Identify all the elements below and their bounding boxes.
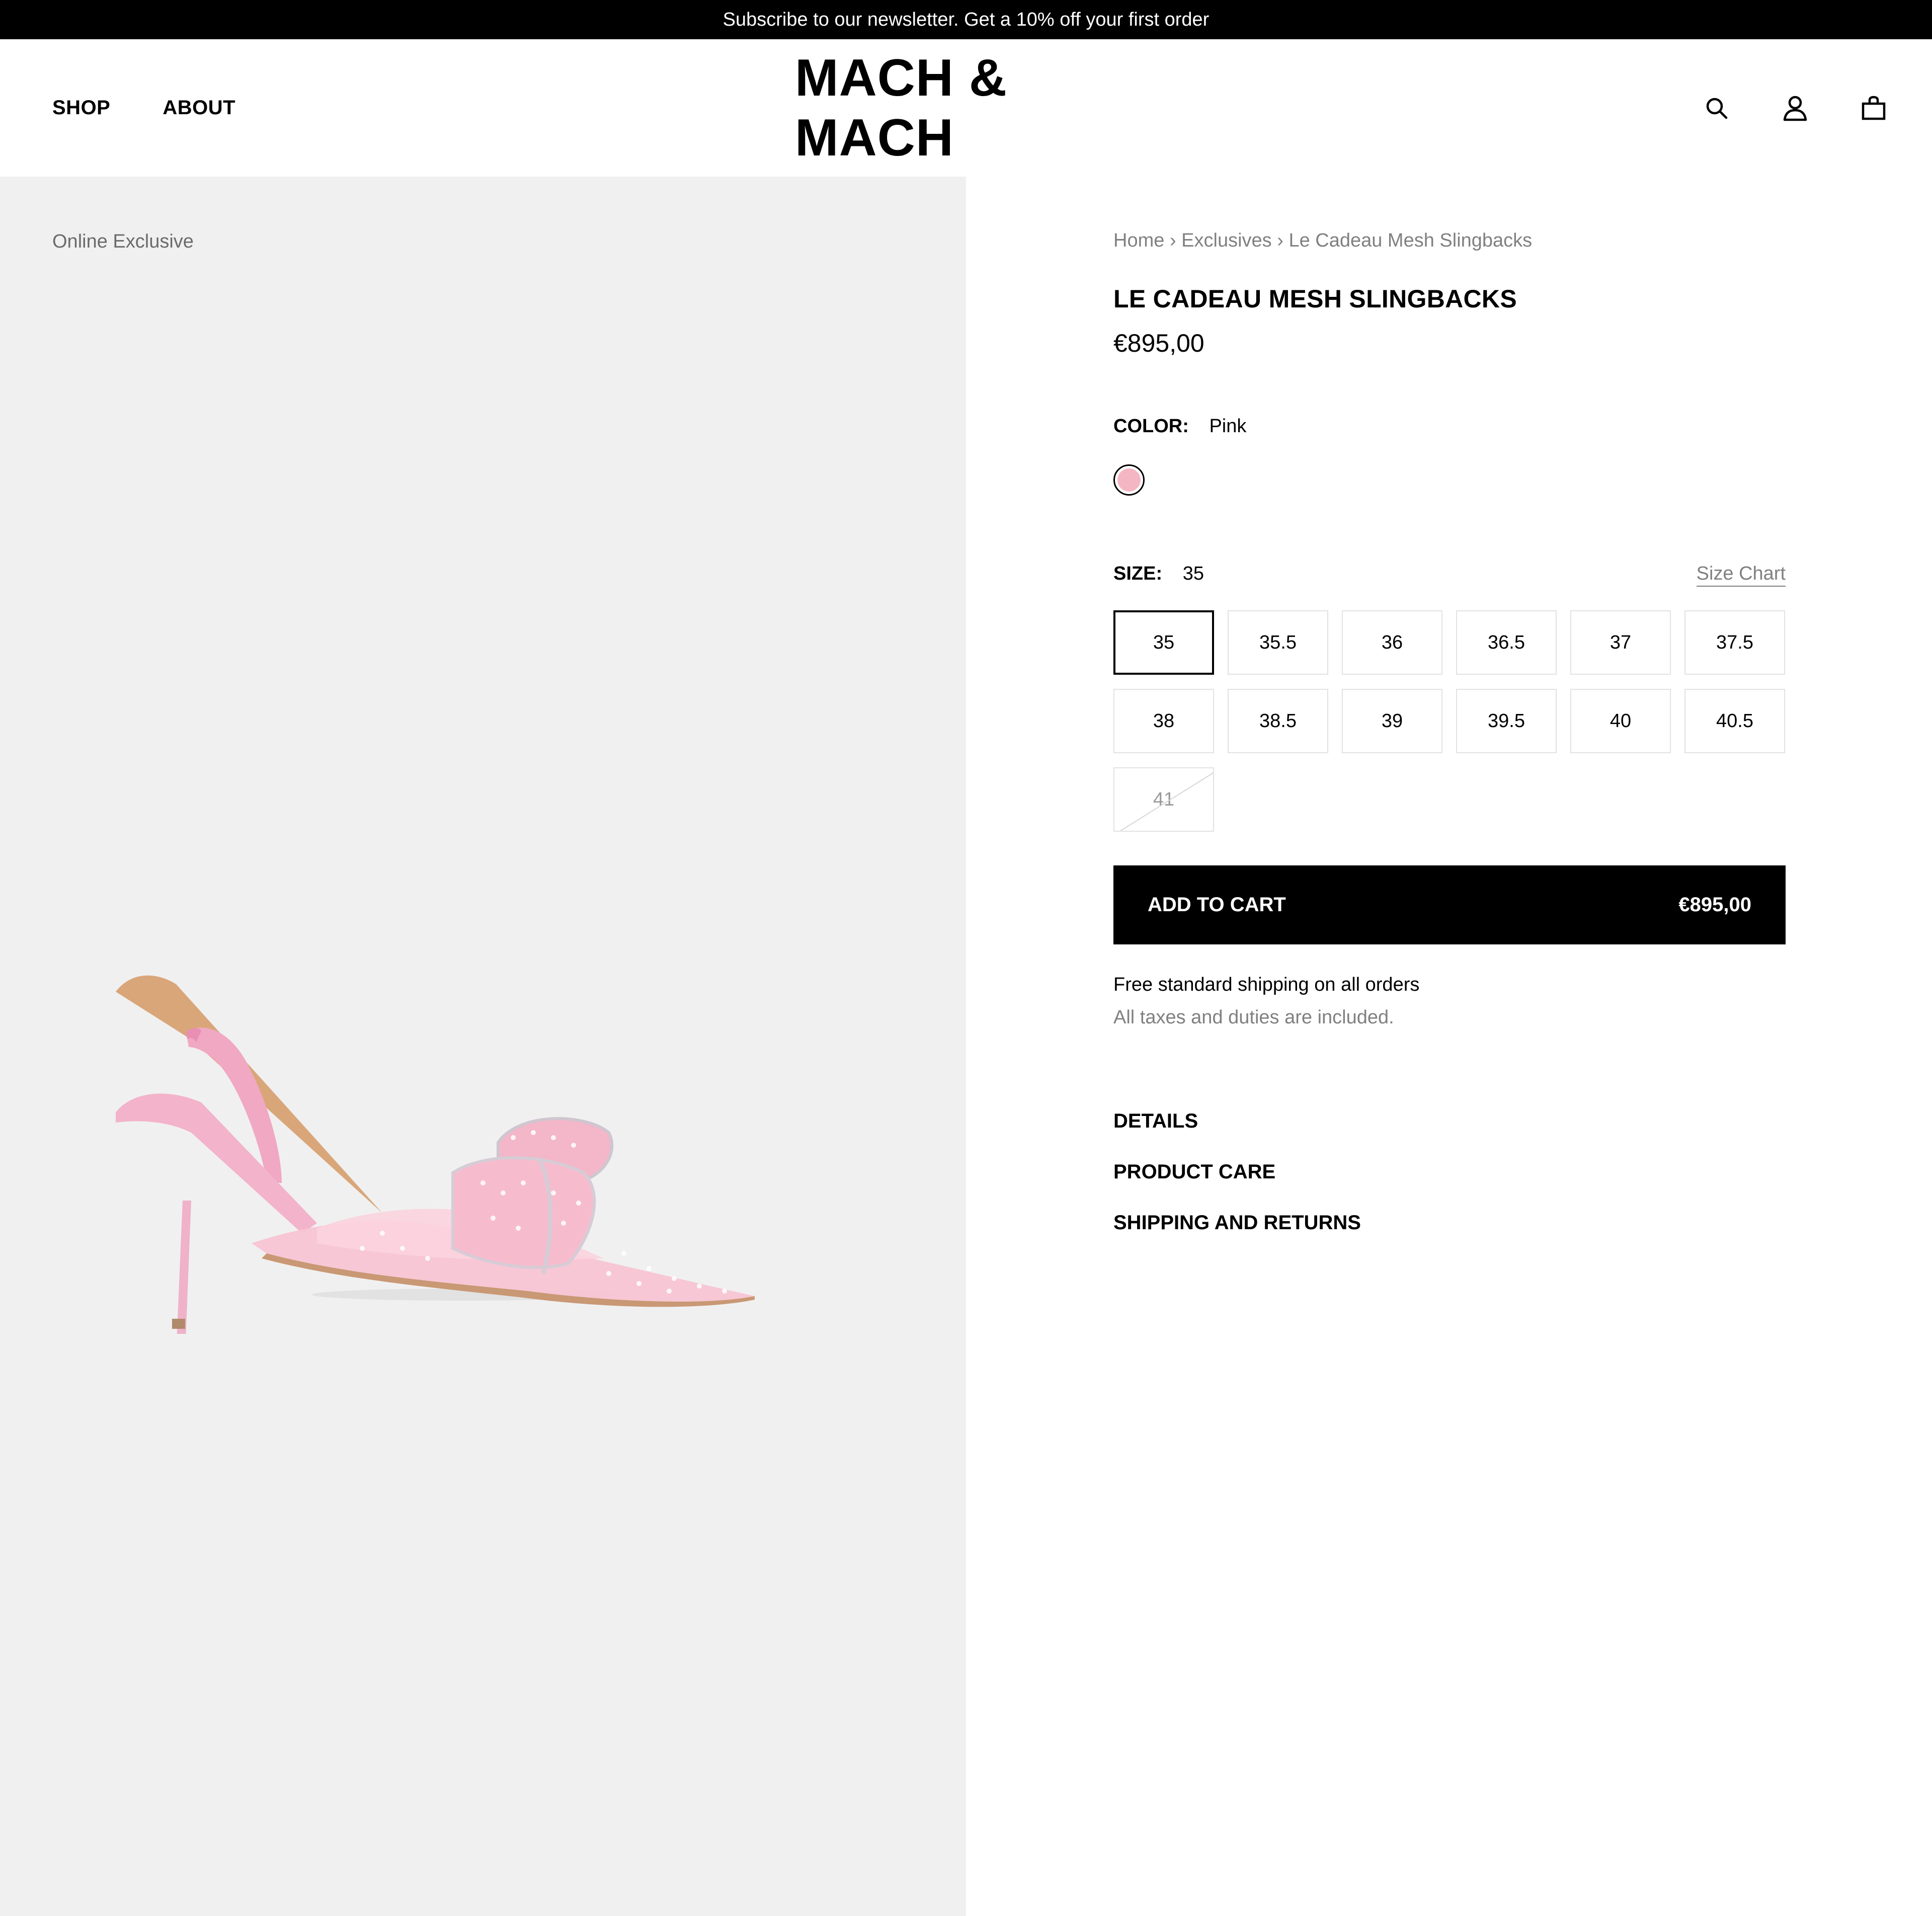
size-option[interactable]: 36: [1342, 610, 1442, 675]
breadcrumb: Home › Exclusives › Le Cadeau Mesh Sling…: [1113, 230, 1532, 252]
color-value: Pink: [1209, 416, 1247, 437]
accordion-shipping-returns[interactable]: SHIPPING AND RETURNS: [1113, 1212, 1361, 1262]
site-header: SHOP ABOUT MACH & MACH: [0, 39, 1932, 177]
product-gallery: Online Exclusive: [0, 177, 966, 1916]
size-option[interactable]: 41: [1113, 767, 1214, 832]
size-selector-label: SIZE: 35 Size Chart: [1113, 563, 1786, 587]
swatch-dot: [1117, 468, 1141, 492]
cart-icon[interactable]: [1860, 94, 1888, 122]
main-nav: SHOP ABOUT: [52, 39, 235, 177]
breadcrumb-category[interactable]: Exclusives: [1181, 230, 1272, 251]
breadcrumb-current: Le Cadeau Mesh Slingbacks: [1289, 230, 1533, 251]
announcement-bar[interactable]: Subscribe to our newsletter. Get a 10% o…: [0, 0, 1932, 39]
brand-logo[interactable]: MACH & MACH: [795, 39, 1137, 177]
color-swatch-pink[interactable]: [1113, 464, 1145, 496]
product-image[interactable]: [101, 831, 855, 1354]
color-label: COLOR:: [1113, 416, 1189, 437]
header-icons: [1703, 39, 1888, 177]
size-option[interactable]: 39.5: [1456, 689, 1557, 753]
size-option[interactable]: 38: [1113, 689, 1214, 753]
accordion-details[interactable]: DETAILS: [1113, 1110, 1361, 1161]
accordion-product-care[interactable]: PRODUCT CARE: [1113, 1161, 1361, 1212]
size-label: SIZE:: [1113, 563, 1163, 584]
size-option[interactable]: 37.5: [1684, 610, 1785, 675]
search-icon[interactable]: [1703, 94, 1731, 122]
size-grid: 35 35.5 36 36.5 37 37.5 38 38.5 39 39.5 …: [1113, 610, 1786, 832]
size-option[interactable]: 40: [1570, 689, 1671, 753]
product-accordion: DETAILS PRODUCT CARE SHIPPING AND RETURN…: [1113, 1110, 1361, 1262]
account-icon[interactable]: [1781, 94, 1809, 122]
announcement-text[interactable]: Subscribe to our newsletter. Get a 10% o…: [723, 9, 1210, 31]
size-option[interactable]: 37: [1570, 610, 1671, 675]
size-option[interactable]: 35.5: [1228, 610, 1328, 675]
nav-about[interactable]: ABOUT: [163, 97, 235, 119]
add-to-cart-price: €895,00: [1678, 894, 1751, 916]
breadcrumb-home[interactable]: Home: [1113, 230, 1164, 251]
size-option[interactable]: 38.5: [1228, 689, 1328, 753]
size-chart-link[interactable]: Size Chart: [1696, 563, 1786, 587]
shipping-note: Free standard shipping on all orders: [1113, 974, 1420, 995]
product-price: €895,00: [1113, 329, 1204, 357]
breadcrumb-separator: ›: [1277, 230, 1283, 251]
color-selector-label: COLOR: Pink: [1113, 416, 1246, 437]
add-to-cart-label: ADD TO CART: [1148, 894, 1286, 916]
size-option[interactable]: 36.5: [1456, 610, 1557, 675]
taxes-note: All taxes and duties are included.: [1113, 1007, 1394, 1028]
size-value: 35: [1182, 563, 1204, 584]
size-option[interactable]: 39: [1342, 689, 1442, 753]
size-option[interactable]: 35: [1113, 610, 1214, 675]
size-option[interactable]: 40.5: [1684, 689, 1785, 753]
nav-shop[interactable]: SHOP: [52, 97, 110, 119]
add-to-cart-button[interactable]: ADD TO CART €895,00: [1113, 865, 1786, 944]
online-exclusive-badge: Online Exclusive: [52, 231, 194, 252]
breadcrumb-separator: ›: [1169, 230, 1176, 251]
product-title: LE CADEAU MESH SLINGBACKS: [1113, 285, 1517, 313]
